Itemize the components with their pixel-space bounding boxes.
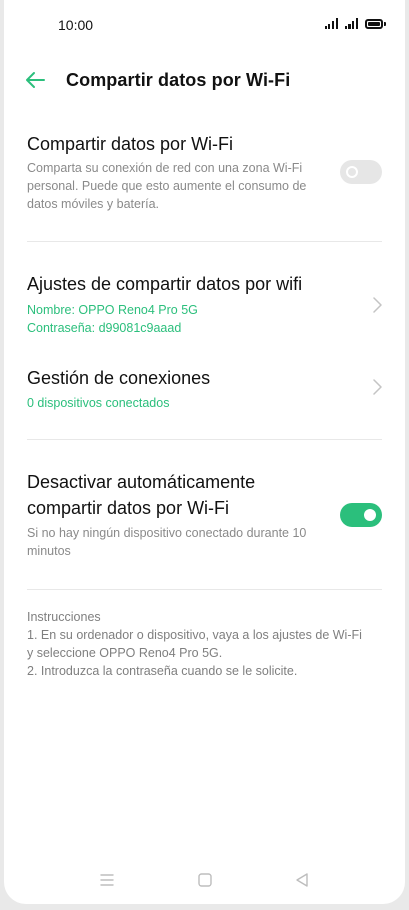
battery-icon	[365, 19, 386, 29]
system-navbar	[4, 868, 405, 894]
chevron-right-icon	[373, 297, 382, 313]
instructions-heading: Instrucciones	[27, 610, 101, 624]
toggle-knob	[346, 166, 358, 178]
signal-icon	[344, 18, 358, 29]
app-header: Compartir datos por Wi-Fi	[4, 60, 405, 100]
hotspot-toggle[interactable]	[340, 160, 382, 184]
status-time: 10:00	[58, 17, 94, 33]
hotspot-settings-row[interactable]: Ajustes de compartir datos por wifi Nomb…	[4, 262, 405, 342]
hotspot-description: Comparta su conexión de red con una zona…	[27, 161, 307, 211]
auto-disable-row[interactable]: Desactivar automáticamente compartir dat…	[4, 460, 405, 570]
status-bar: 10:00	[4, 0, 405, 50]
hotspot-row[interactable]: Compartir datos por Wi-Fi Comparta su co…	[4, 125, 405, 220]
connections-title: Gestión de conexiones	[27, 368, 211, 388]
instructions: Instrucciones 1. En su ordenador o dispo…	[27, 608, 367, 680]
menu-icon[interactable]	[97, 870, 117, 890]
signal-icon	[324, 18, 338, 29]
chevron-right-icon	[373, 379, 382, 395]
connected-devices-count: 0 dispositivos conectados	[27, 396, 170, 410]
auto-disable-toggle[interactable]	[340, 503, 382, 527]
phone-screen: 10:00 Compartir datos por Wi-Fi Comparti…	[4, 0, 405, 904]
hotspot-name: Nombre: OPPO Reno4 Pro 5G	[27, 303, 198, 317]
divider	[27, 589, 382, 590]
connections-row[interactable]: Gestión de conexiones 0 dispositivos con…	[4, 355, 405, 425]
hotspot-title: Compartir datos por Wi-Fi	[27, 134, 234, 154]
auto-disable-title-line1: Desactivar automáticamente	[27, 472, 256, 492]
back-triangle-icon[interactable]	[292, 870, 312, 890]
home-icon[interactable]	[195, 870, 215, 890]
instructions-step-1: 1. En su ordenador o dispositivo, vaya a…	[27, 628, 362, 660]
auto-disable-description: Si no hay ningún dispositivo conectado d…	[27, 526, 307, 558]
settings-title: Ajustes de compartir datos por wifi	[27, 274, 303, 294]
status-icons	[324, 18, 386, 29]
divider	[27, 439, 382, 440]
toggle-knob	[364, 509, 376, 521]
page-title: Compartir datos por Wi-Fi	[66, 70, 291, 90]
back-arrow-icon[interactable]	[24, 70, 46, 90]
auto-disable-title-line2: compartir datos por Wi-Fi	[27, 498, 230, 518]
divider	[27, 241, 382, 242]
instructions-step-2: 2. Introduzca la contraseña cuando se le…	[27, 664, 298, 678]
hotspot-password: Contraseña: d99081c9aaad	[27, 321, 182, 335]
